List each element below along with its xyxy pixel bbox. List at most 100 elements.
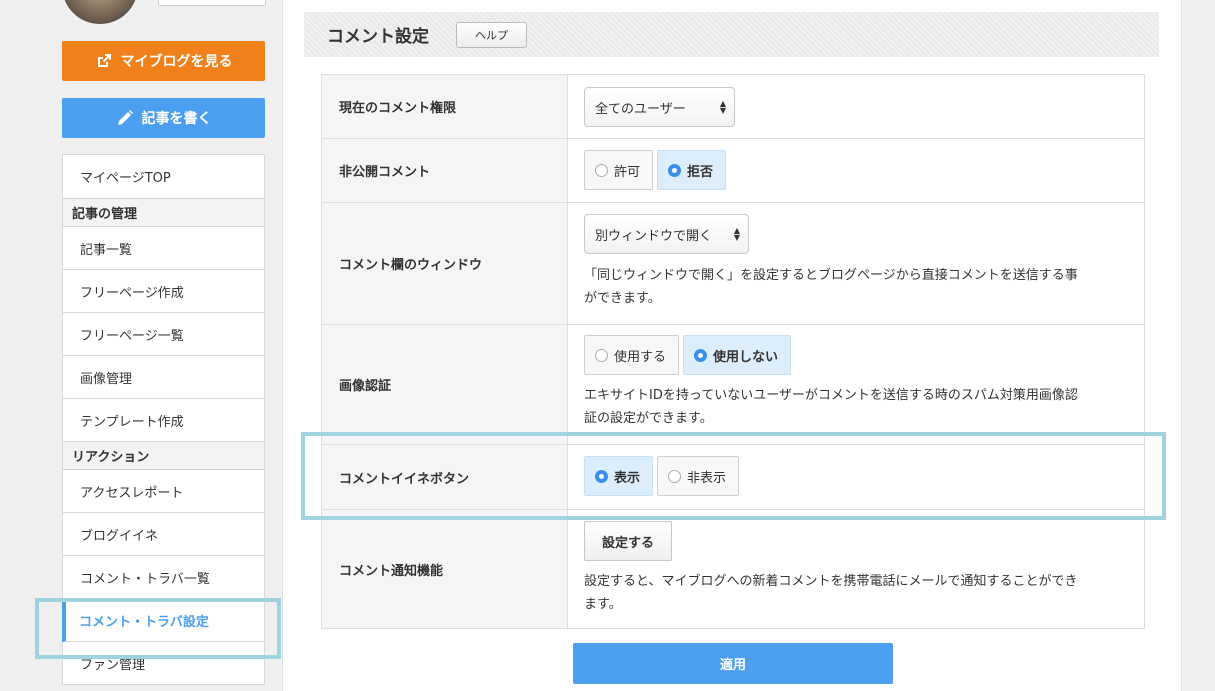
select-arrows-icon: ▲ ▼ bbox=[719, 99, 726, 115]
sidebar-item-free-page-list[interactable]: フリーページ一覧 bbox=[62, 313, 265, 356]
row-label: 非公開コメント bbox=[322, 139, 568, 202]
sidebar-item-label: ブログイイネ bbox=[80, 528, 159, 544]
captcha-radio-group: 使用する 使用しない bbox=[584, 335, 1128, 375]
sidebar-item-label: アクセスレポート bbox=[80, 485, 184, 501]
description-line: 設定すると、マイブログへの新着コメントを携帯電話にメールで通知することができ bbox=[584, 574, 1078, 589]
pencil-icon bbox=[116, 109, 134, 127]
notification-settings-button[interactable]: 設定する bbox=[584, 521, 673, 561]
sidebar-item-image-management[interactable]: 画像管理 bbox=[62, 356, 265, 399]
description-line: ができます。 bbox=[584, 291, 661, 306]
comment-window-description: 「同じウィンドウで開く」を設定するとブログページから直接コメントを送信する事 が… bbox=[584, 264, 1128, 310]
like-button-hide-radio[interactable]: 非表示 bbox=[657, 456, 740, 496]
sidebar-item-template-create[interactable]: テンプレート作成 bbox=[62, 399, 265, 442]
sidebar-section-reactions: リアクション bbox=[62, 442, 265, 470]
description-line: 証の設定ができます。 bbox=[584, 411, 713, 426]
radio-label: 非表示 bbox=[687, 470, 727, 486]
radio-label: 使用しない bbox=[713, 349, 779, 365]
private-comment-allow-radio[interactable]: 許可 bbox=[584, 150, 654, 190]
sidebar-item-label: コメント・トラバ設定 bbox=[79, 614, 209, 630]
view-blog-label: マイブログを見る bbox=[120, 54, 233, 70]
radio-label: 許可 bbox=[614, 164, 641, 180]
radio-dot-icon bbox=[595, 163, 608, 177]
like-button-show-radio[interactable]: 表示 bbox=[584, 456, 654, 496]
button-label: 設定する bbox=[602, 535, 655, 551]
row-value: 設定する 設定すると、マイブログへの新着コメントを携帯電話にメールで通知すること… bbox=[568, 510, 1144, 628]
radio-dot-icon bbox=[668, 469, 682, 483]
private-comment-deny-radio[interactable]: 拒否 bbox=[657, 150, 727, 190]
row-value: 使用する 使用しない エキサイトIDを持っていないユーザーがコメントを送信する時… bbox=[568, 325, 1144, 444]
sidebar-section-posts: 記事の管理 bbox=[62, 199, 265, 227]
sidebar-item-label: 画像管理 bbox=[80, 371, 133, 387]
like-button-radio-group: 表示 非表示 bbox=[584, 456, 1128, 496]
row-comment-window: コメント欄のウィンドウ 別ウィンドウで開く ▲ ▼ 「同じウィンドウで開く」を設定… bbox=[322, 202, 1144, 324]
sidebar-item-label: ファン管理 bbox=[80, 657, 146, 673]
help-button[interactable]: ヘルプ bbox=[456, 21, 527, 48]
row-label: 画像認証 bbox=[322, 325, 568, 444]
avatar[interactable] bbox=[62, 0, 138, 24]
radio-label: 拒否 bbox=[687, 164, 714, 180]
row-label: コメント通知機能 bbox=[322, 510, 568, 628]
sidebar-item-access-report[interactable]: アクセスレポート bbox=[62, 470, 265, 513]
select-arrows-icon: ▲ ▼ bbox=[733, 226, 740, 242]
sidebar-item-label: フリーページ一覧 bbox=[80, 328, 184, 344]
radio-dot-icon bbox=[595, 469, 608, 483]
sidebar-menu: マイページTOP 記事の管理 記事一覧 フリーページ作成 フリーページ一覧 画像… bbox=[62, 154, 265, 685]
row-label: コメント欄のウィンドウ bbox=[322, 203, 568, 324]
sidebar-item-comment-trackback-settings[interactable]: コメント・トラバ設定 bbox=[62, 599, 265, 642]
row-label: 現在のコメント権限 bbox=[322, 75, 568, 138]
description-line: エキサイトIDを持っていないユーザーがコメントを送信する時のスパム対策用画像認 bbox=[584, 388, 1078, 403]
sidebar-item-comment-trackback-list[interactable]: コメント・トラバ一覧 bbox=[62, 556, 265, 599]
help-label: ヘルプ bbox=[475, 28, 508, 42]
description-line: 「同じウィンドウで開く」を設定するとブログページから直接コメントを送信する事 bbox=[584, 268, 1078, 283]
captcha-no-use-radio[interactable]: 使用しない bbox=[683, 335, 792, 375]
radio-dot-icon bbox=[694, 348, 708, 362]
section-header: コメント設定 ヘルプ bbox=[304, 12, 1159, 57]
settings-table: 現在のコメント権限 全てのユーザー ▲ ▼ 非公開コメント 許可 拒否 コメント欄… bbox=[321, 74, 1145, 629]
captcha-use-radio[interactable]: 使用する bbox=[584, 335, 680, 375]
sidebar-item-free-page-create[interactable]: フリーページ作成 bbox=[62, 270, 265, 313]
row-comment-like-button: コメントイイネボタン 表示 非表示 bbox=[322, 444, 1144, 509]
write-post-button[interactable]: 記事を書く bbox=[62, 98, 265, 138]
main-panel: コメント設定 ヘルプ 現在のコメント権限 全てのユーザー ▲ ▼ 非公開コメント … bbox=[282, 0, 1182, 691]
radio-dot-icon bbox=[668, 163, 682, 177]
sidebar-item-blog-like[interactable]: ブログイイネ bbox=[62, 513, 265, 556]
comment-permission-select[interactable]: 全てのユーザー ▲ ▼ bbox=[584, 87, 735, 127]
sidebar-item-label: 記事一覧 bbox=[80, 242, 133, 258]
external-link-icon bbox=[95, 52, 113, 70]
row-value: 別ウィンドウで開く ▲ ▼ 「同じウィンドウで開く」を設定するとブログページから直… bbox=[568, 203, 1144, 324]
write-post-label: 記事を書く bbox=[141, 111, 212, 127]
row-label: コメントイイネボタン bbox=[322, 445, 568, 509]
comment-window-select[interactable]: 別ウィンドウで開く ▲ ▼ bbox=[584, 214, 749, 254]
sidebar-item-mypage-top[interactable]: マイページTOP bbox=[62, 154, 265, 199]
radio-label: 表示 bbox=[614, 470, 641, 486]
sidebar: マイブログを見る 記事を書く マイページTOP 記事の管理 記事一覧 フリーペー… bbox=[0, 0, 282, 691]
apply-label: 適用 bbox=[719, 658, 746, 673]
sidebar-item-fan-management[interactable]: ファン管理 bbox=[62, 642, 265, 685]
description-line: ます。 bbox=[584, 597, 622, 612]
sidebar-item-label: コメント・トラバ一覧 bbox=[80, 571, 210, 587]
notification-description: 設定すると、マイブログへの新着コメントを携帯電話にメールで通知することができ ま… bbox=[584, 570, 1128, 616]
sidebar-item-label: マイページTOP bbox=[80, 171, 171, 186]
profile-button[interactable] bbox=[158, 0, 266, 6]
apply-button[interactable]: 適用 bbox=[573, 643, 893, 684]
captcha-description: エキサイトIDを持っていないユーザーがコメントを送信する時のスパム対策用画像認 … bbox=[584, 384, 1128, 430]
sidebar-item-post-list[interactable]: 記事一覧 bbox=[62, 227, 265, 270]
select-value: 全てのユーザー bbox=[595, 101, 686, 117]
private-comment-radio-group: 許可 拒否 bbox=[584, 150, 1128, 190]
sidebar-section-label: 記事の管理 bbox=[72, 207, 138, 222]
radio-dot-icon bbox=[595, 348, 608, 362]
row-comment-notification: コメント通知機能 設定する 設定すると、マイブログへの新着コメントを携帯電話にメ… bbox=[322, 509, 1144, 628]
row-value: 許可 拒否 bbox=[568, 139, 1144, 202]
sidebar-section-label: リアクション bbox=[72, 450, 150, 465]
row-value: 表示 非表示 bbox=[568, 445, 1144, 509]
row-value: 全てのユーザー ▲ ▼ bbox=[568, 75, 1144, 138]
row-private-comment: 非公開コメント 許可 拒否 bbox=[322, 138, 1144, 202]
radio-label: 使用する bbox=[614, 349, 667, 365]
view-blog-button[interactable]: マイブログを見る bbox=[62, 41, 265, 81]
row-image-captcha: 画像認証 使用する 使用しない エキサイトIDを持っていないユーザーがコメントを… bbox=[322, 324, 1144, 444]
row-comment-permission: 現在のコメント権限 全てのユーザー ▲ ▼ bbox=[322, 75, 1144, 138]
page-title: コメント設定 bbox=[327, 27, 429, 47]
sidebar-item-label: フリーページ作成 bbox=[80, 285, 184, 301]
sidebar-item-label: テンプレート作成 bbox=[80, 414, 184, 430]
select-value: 別ウィンドウで開く bbox=[595, 228, 713, 244]
